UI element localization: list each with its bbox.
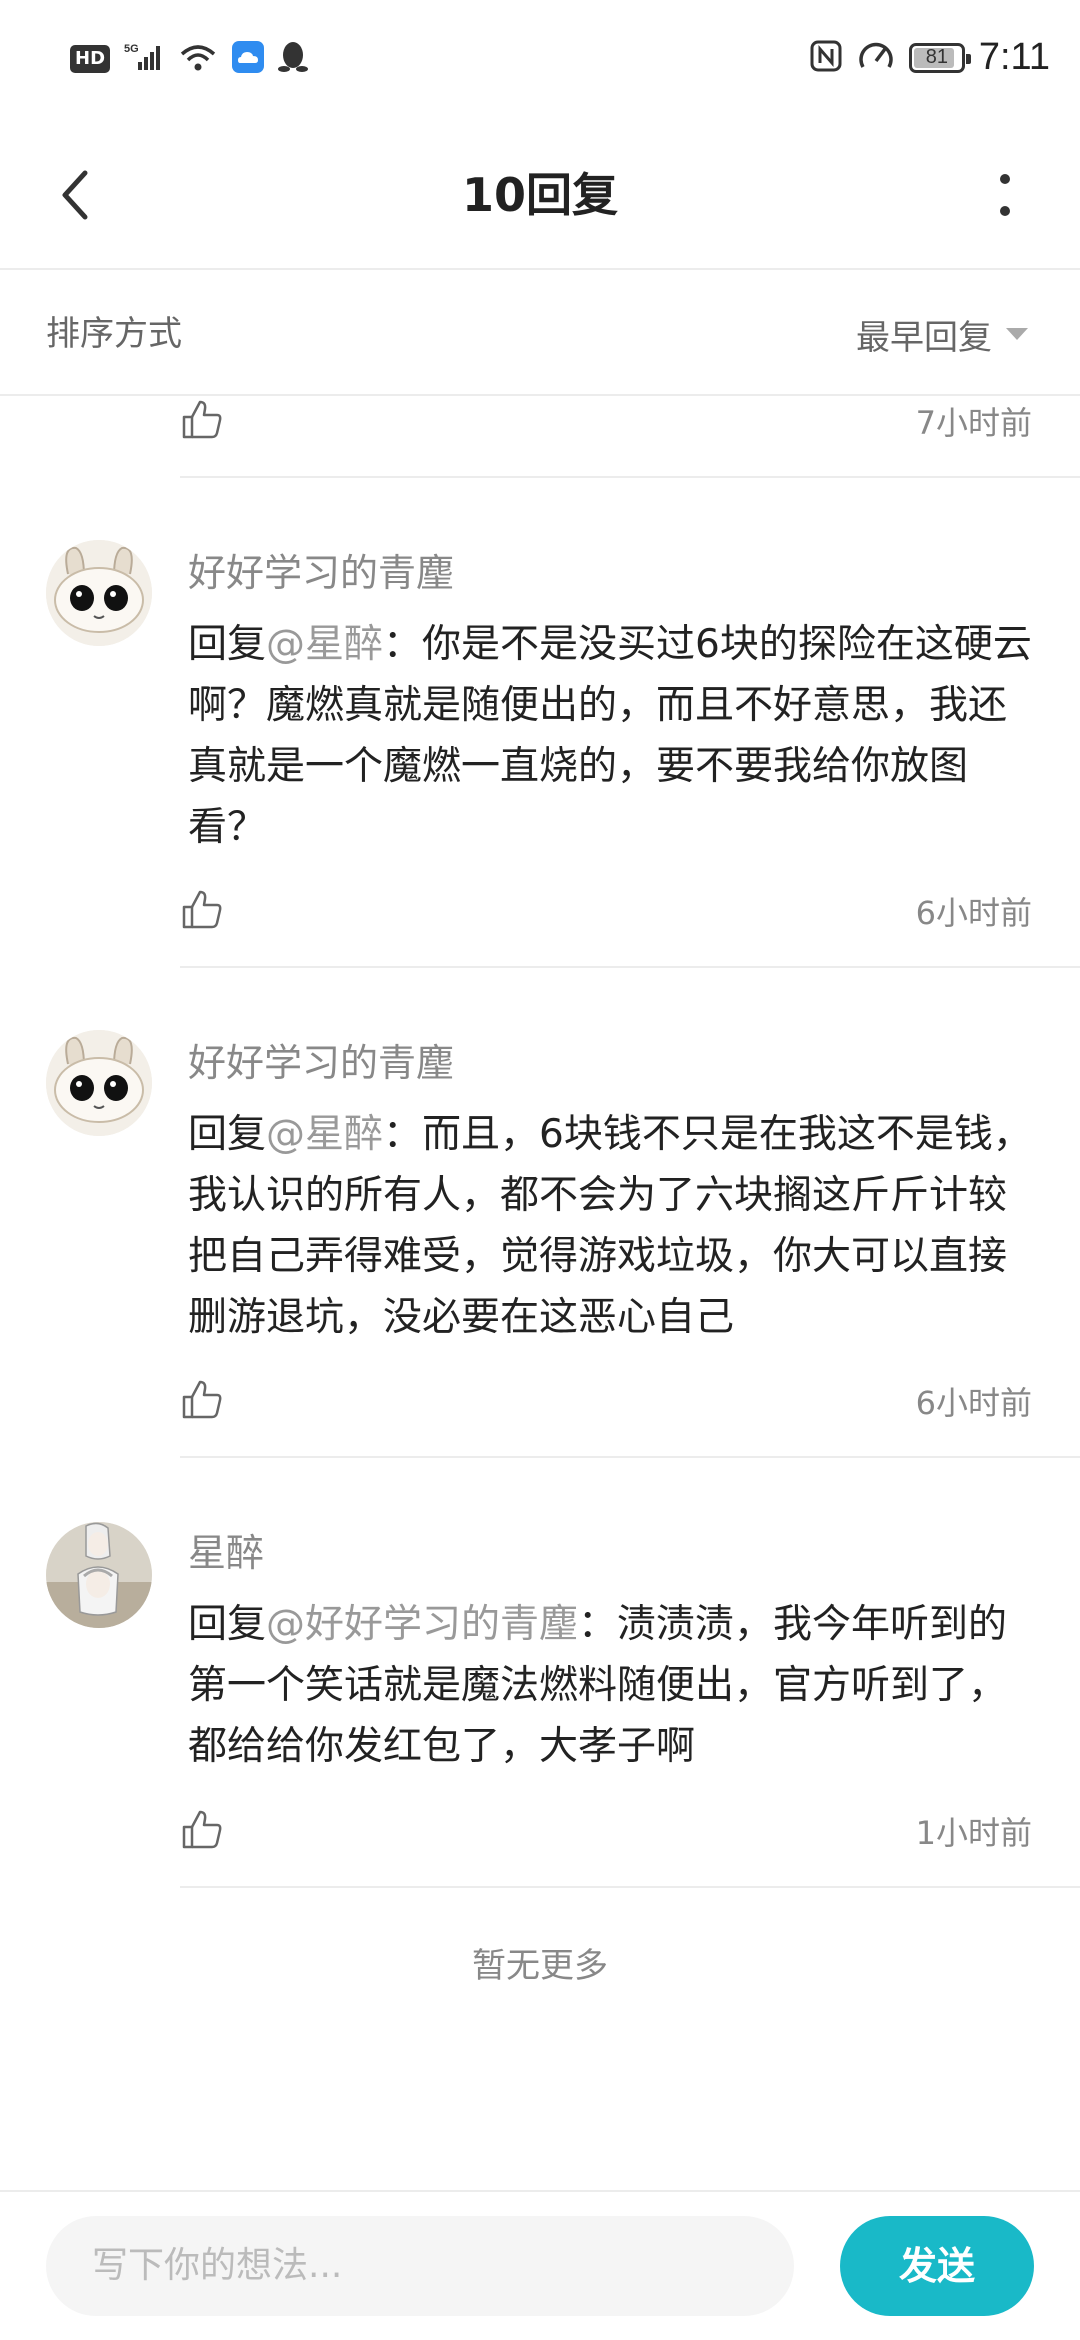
nfc-icon (809, 39, 843, 77)
mention-link[interactable]: @星醉 (266, 622, 383, 667)
hd-badge: HD (70, 45, 111, 73)
thumbs-up-icon (182, 400, 222, 439)
more-vertical-icon (1000, 174, 1010, 216)
battery-icon: 81 (908, 42, 971, 73)
reply-prefix: 回复 (188, 622, 267, 667)
bunny-avatar-image (46, 540, 152, 646)
sort-label: 排序方式 (46, 314, 182, 354)
divider (180, 476, 1080, 478)
divider (180, 1456, 1080, 1458)
caret-down-icon (1006, 328, 1028, 340)
reply-time: 7小时前 (915, 404, 1032, 442)
divider (180, 1886, 1080, 1888)
cellular-signal-icon: 5G (124, 42, 164, 76)
speed-gauge-icon (857, 39, 895, 77)
status-left-icons: HD 5G (70, 40, 309, 78)
reply-actions: 1小时前 (180, 1796, 1032, 1866)
wifi-icon (178, 42, 218, 76)
reply-actions: 6小时前 (180, 1366, 1032, 1436)
header-bar: 10回复 (0, 120, 1080, 270)
mention-link[interactable]: @星醉 (266, 1112, 383, 1157)
partial-reply-actions: 7小时前 (180, 386, 1032, 456)
comment-input[interactable]: 写下你的想法... (46, 2216, 794, 2316)
thumbs-up-icon (182, 890, 222, 929)
username[interactable]: 好好学习的青麈 (188, 542, 454, 597)
send-button[interactable]: 发送 (840, 2216, 1034, 2316)
penguin-app-icon (278, 40, 309, 78)
like-button[interactable] (180, 1807, 224, 1855)
more-options-button[interactable] (970, 160, 1040, 230)
reply-time: 6小时前 (915, 1384, 1032, 1422)
reply-content: 回复@星醉：而且，6块钱不只是在我这不是钱，我认识的所有人，都不会为了六块搁这斤… (188, 1104, 1036, 1348)
status-time: 7:11 (978, 36, 1050, 78)
status-bar: HD 5G 81 7:11 (0, 0, 1080, 120)
username[interactable]: 好好学习的青麈 (188, 1032, 454, 1087)
like-button[interactable] (180, 887, 224, 935)
reply-content: 回复@星醉：你是不是没买过6块的探险在这硬云啊？魔燃真就是随便出的，而且不好意思… (188, 614, 1036, 858)
reply-content: 回复@好好学习的青麈：渍渍渍，我今年听到的第一个笑话就是魔法燃料随便出，官方听到… (188, 1594, 1036, 1777)
reply-prefix: 回复 (188, 1112, 267, 1157)
status-right-icons: 81 7:11 (809, 36, 1050, 79)
sort-dropdown[interactable]: 最早回复 (856, 272, 1030, 396)
comment-input-bar: 写下你的想法... 发送 (0, 2190, 1080, 2340)
avatar[interactable] (46, 1522, 152, 1628)
sort-bar: 排序方式 最早回复 (0, 272, 1080, 396)
mention-link[interactable]: @好好学习的青麈 (266, 1602, 578, 1647)
cloud-app-icon (232, 41, 265, 77)
thumbs-up-icon (182, 1810, 222, 1849)
sort-value: 最早回复 (856, 317, 992, 358)
thumbs-up-icon (182, 1380, 222, 1419)
no-more-text: 暂无更多 (472, 1946, 608, 1986)
like-button[interactable] (180, 397, 224, 445)
like-button[interactable] (180, 1377, 224, 1425)
divider (180, 966, 1080, 968)
avatar[interactable] (46, 540, 152, 646)
reply-prefix: 回复 (188, 1602, 267, 1647)
svg-text:5G: 5G (124, 43, 139, 55)
bunny-avatar-image (46, 1030, 152, 1136)
page-title: 10回复 (461, 168, 618, 222)
reply-time: 6小时前 (915, 894, 1032, 932)
anime-character-avatar-image (46, 1522, 152, 1628)
avatar[interactable] (46, 1030, 152, 1136)
username[interactable]: 星醉 (188, 1522, 264, 1577)
reply-time: 1小时前 (915, 1814, 1032, 1852)
reply-actions: 6小时前 (180, 876, 1032, 946)
